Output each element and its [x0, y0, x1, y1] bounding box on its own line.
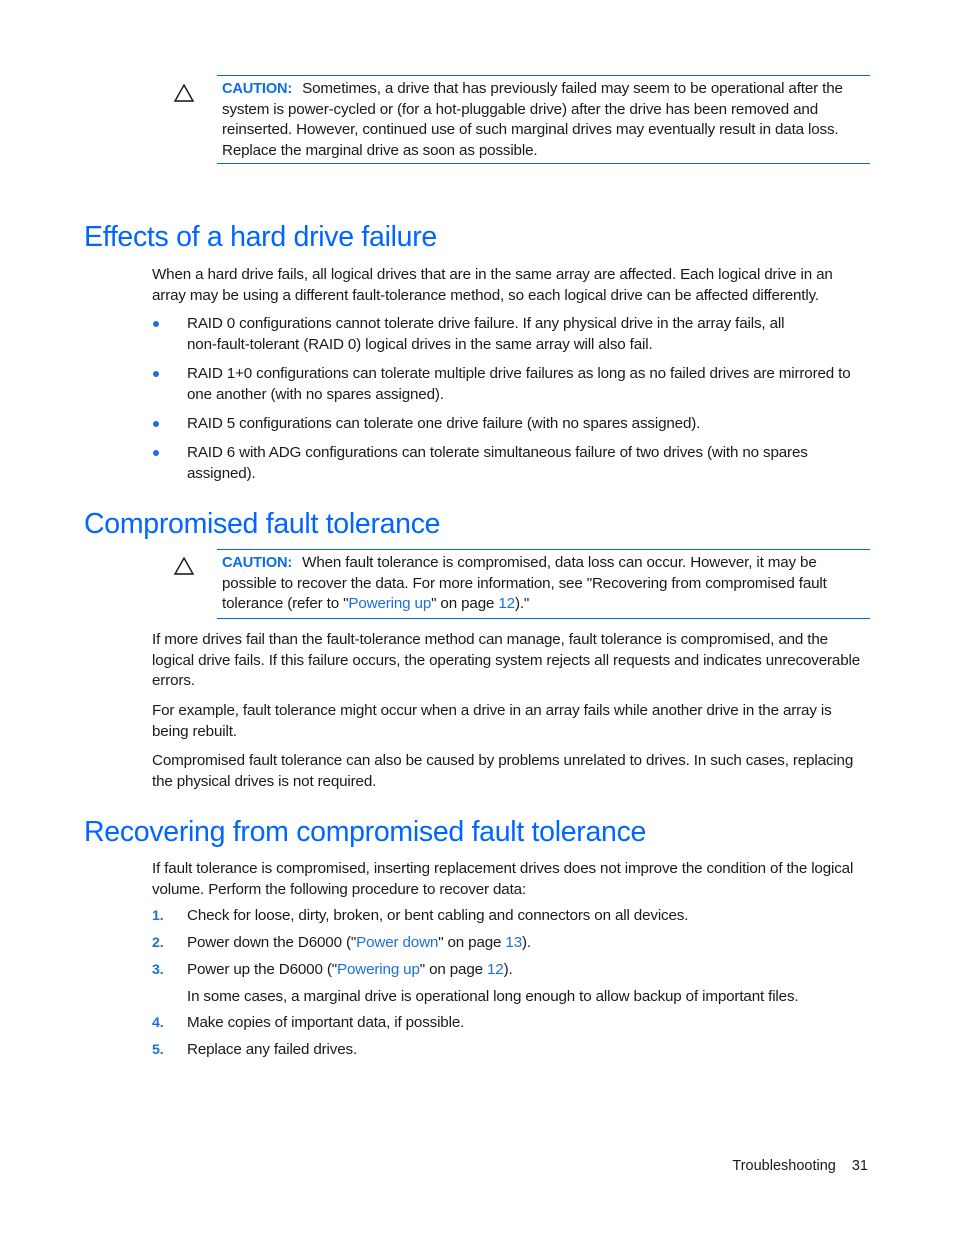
- text-span: tolerance (refer to ": [222, 595, 349, 613]
- link-page-12[interactable]: 12: [487, 961, 504, 978]
- text-span: Power down the D6000 (": [187, 934, 357, 951]
- text-line: RAID 0 configurations cannot tolerate dr…: [187, 315, 785, 332]
- page-footer: Troubleshooting 31: [732, 1158, 868, 1174]
- caution-text-line: Sometimes, a drive that has previously f…: [302, 80, 843, 97]
- step-number: 4.: [152, 1015, 164, 1031]
- step-number: 1.: [152, 908, 164, 924]
- step-number: 3.: [152, 962, 164, 978]
- text-line: When a hard drive fails, all logical dri…: [152, 266, 833, 283]
- text-line: If fault tolerance is compromised, inser…: [152, 860, 854, 877]
- bullet-item: RAID 6 with ADG configurations can toler…: [187, 443, 877, 484]
- text-line: logical drive fails. If this failure occ…: [152, 651, 861, 669]
- bullet-icon: [153, 321, 159, 327]
- step-number: 5.: [152, 1042, 164, 1058]
- text-line: being rebuilt.: [152, 722, 237, 740]
- text-line: For example, fault tolerance might occur…: [152, 702, 832, 719]
- section3-intro: If fault tolerance is compromised, inser…: [152, 859, 882, 900]
- text-line: RAID 1+0 configurations can tolerate mul…: [187, 365, 851, 382]
- text-line: array may be using a different fault-tol…: [152, 286, 819, 304]
- page-number: 31: [851, 1158, 868, 1174]
- paragraph: For example, fault tolerance might occur…: [152, 701, 882, 742]
- section1-intro: When a hard drive fails, all logical dri…: [152, 265, 872, 306]
- caution-text-line: tolerance (refer to "Powering up" on pag…: [217, 594, 870, 615]
- text-span: " on page: [419, 961, 488, 978]
- paragraph: If more drives fail than the fault-toler…: [152, 630, 882, 692]
- bullet-item: RAID 1+0 configurations can tolerate mul…: [187, 364, 887, 405]
- caution-label: CAUTION:: [222, 81, 293, 97]
- caution-icon: [173, 556, 195, 581]
- link-powering-up[interactable]: Powering up: [337, 961, 420, 978]
- caution-label: CAUTION:: [222, 555, 293, 571]
- step-text: Power up the D6000 ("Powering up" on pag…: [187, 960, 513, 981]
- text-line: one another (with no spares assigned).: [187, 385, 444, 403]
- text-span: " on page: [438, 934, 506, 951]
- text-span: ).: [522, 934, 531, 951]
- text-line: assigned).: [187, 464, 256, 482]
- bullet-item: RAID 0 configurations cannot tolerate dr…: [187, 314, 877, 355]
- step-note: In some cases, a marginal drive is opera…: [187, 988, 799, 1005]
- text-span: Power up the D6000 (": [187, 961, 337, 978]
- section-heading-compromised: Compromised fault tolerance: [84, 508, 441, 540]
- caution-text-line: Replace the marginal drive as soon as po…: [222, 141, 538, 159]
- step-text: Replace any failed drives.: [187, 1041, 358, 1058]
- caution-text-line: system is power-cycled or (for a hot-plu…: [222, 100, 818, 118]
- step-text: Check for loose, dirty, broken, or bent …: [187, 907, 689, 924]
- text-line: RAID 5 configurations can tolerate one d…: [187, 415, 701, 432]
- link-page-12[interactable]: 12: [498, 595, 515, 612]
- section-heading-recovering: Recovering from compromised fault tolera…: [84, 816, 647, 848]
- section-heading-effects: Effects of a hard drive failure: [84, 221, 437, 253]
- text-line: volume. Perform the following procedure …: [152, 880, 527, 898]
- paragraph: Compromised fault tolerance can also be …: [152, 751, 882, 792]
- caution-text-line: possible to recover the data. For more i…: [222, 574, 827, 592]
- text-line: If more drives fail than the fault-toler…: [152, 631, 828, 648]
- text-span: ).: [503, 961, 513, 978]
- caution-text-line: reinserted. However, continued use of su…: [222, 121, 839, 139]
- caution-box: CAUTION: When fault tolerance is compromi…: [217, 549, 870, 619]
- text-line: Compromised fault tolerance can also be …: [152, 752, 854, 769]
- bullet-icon: [153, 450, 159, 456]
- text-line: non-fault-tolerant (RAID 0) logical driv…: [187, 335, 653, 353]
- text-line: RAID 6 with ADG configurations can toler…: [187, 444, 808, 461]
- footer-section: Troubleshooting: [732, 1158, 836, 1174]
- link-powering-up[interactable]: Powering up: [348, 595, 431, 612]
- caution-box: CAUTION: Sometimes, a drive that has prev…: [217, 75, 870, 164]
- text-line: the physical drives is not required.: [152, 772, 377, 790]
- bullet-icon: [153, 371, 159, 377]
- caution-text-line: When fault tolerance is compromised, dat…: [302, 554, 817, 571]
- caution-icon: [173, 83, 195, 108]
- text-line: errors.: [152, 672, 195, 690]
- step-number: 2.: [152, 935, 164, 951]
- bullet-item: RAID 5 configurations can tolerate one d…: [187, 414, 877, 435]
- bullet-icon: [153, 421, 159, 427]
- link-page-13[interactable]: 13: [505, 934, 522, 951]
- step-text: Power down the D6000 ("Power down" on pa…: [187, 933, 531, 954]
- link-power-down[interactable]: Power down: [356, 934, 438, 951]
- text-span: ).": [514, 595, 530, 613]
- text-span: " on page: [431, 595, 499, 613]
- step-text: Make copies of important data, if possib…: [187, 1014, 465, 1031]
